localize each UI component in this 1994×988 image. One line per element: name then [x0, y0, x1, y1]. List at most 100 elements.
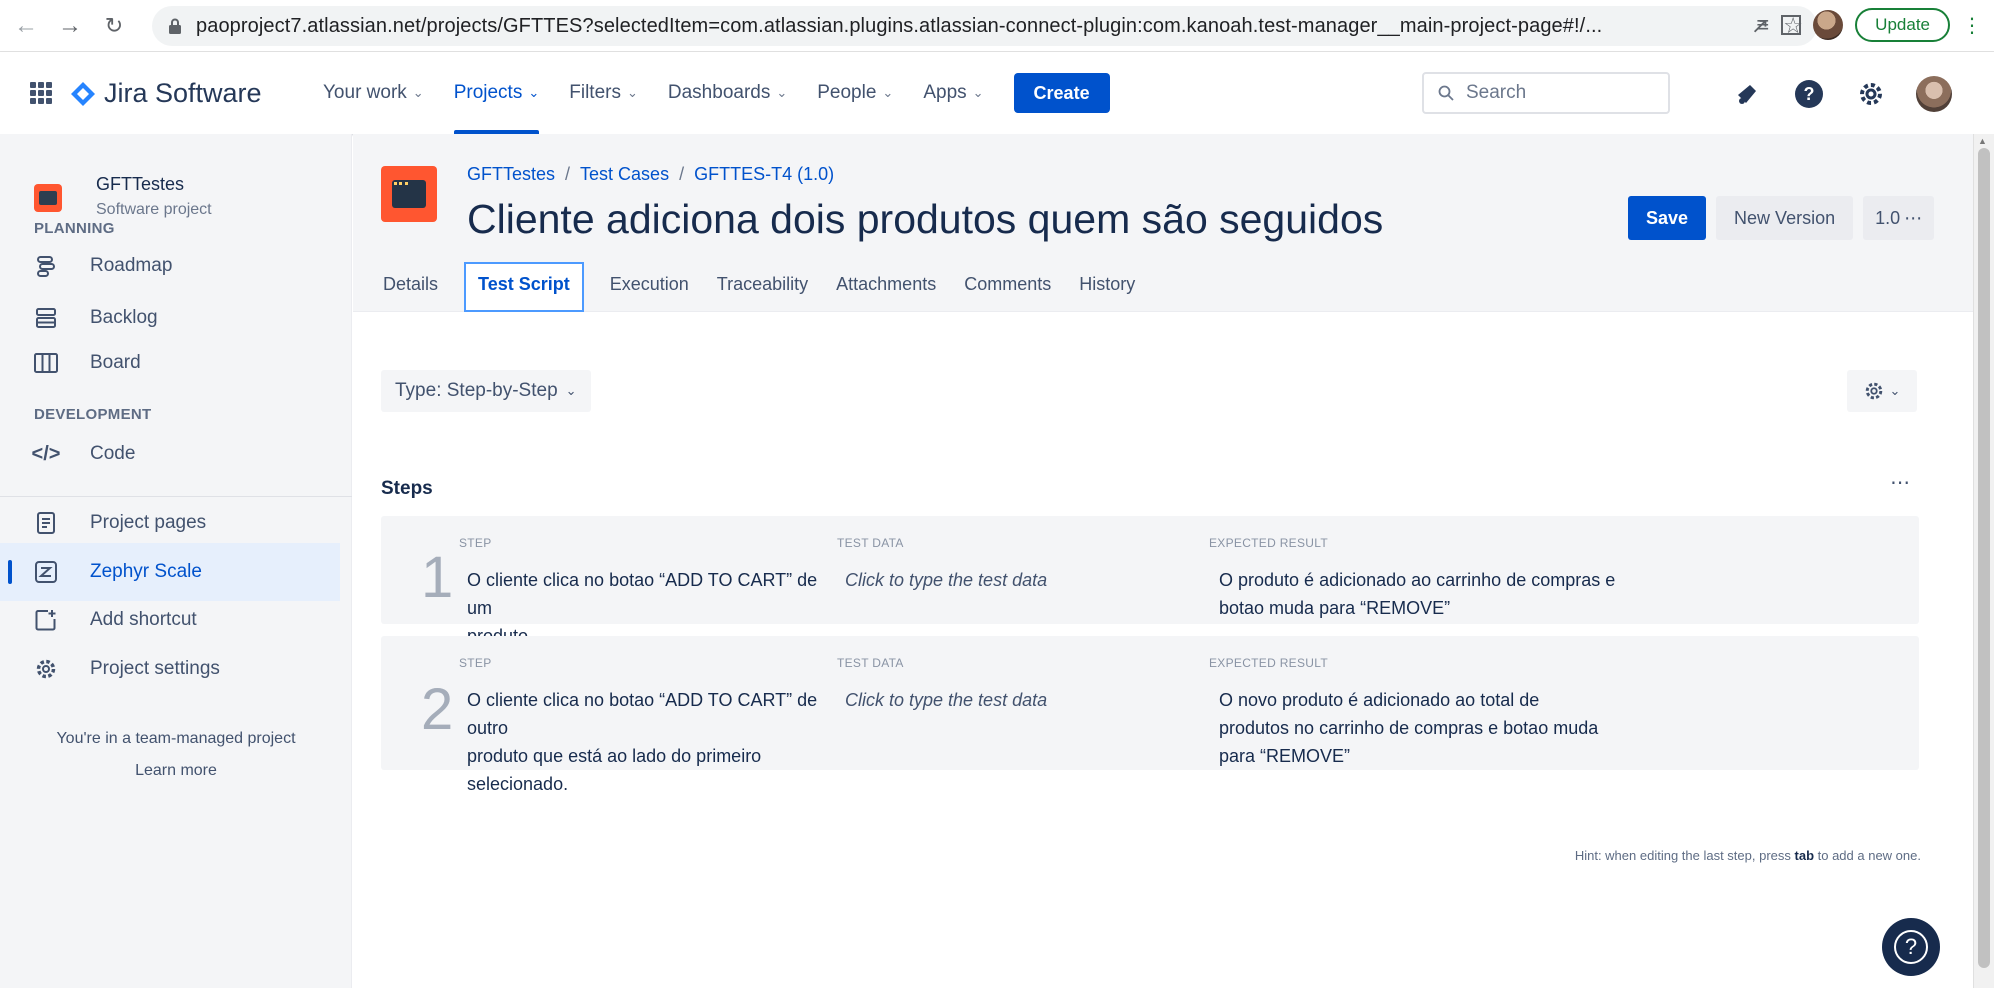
project-avatar-icon [34, 184, 62, 212]
sidebar-item-label: Project pages [90, 512, 207, 533]
hint-prefix: Hint: when editing the last step, press [1574, 848, 1795, 863]
nav-apps[interactable]: Apps ⌄ [923, 52, 983, 134]
jira-top-nav: Jira Software Your work ⌄ Projects ⌄ Filte… [0, 52, 1994, 134]
tab-test-script[interactable]: Test Script [464, 262, 584, 312]
chevron-down-icon: ⌄ [776, 85, 788, 100]
expected-result[interactable]: O novo produto é adicionado ao total de … [1219, 686, 1639, 770]
script-type-select[interactable]: Type: Step-by-Step ⌄ [381, 370, 591, 412]
tab-attachments[interactable]: Attachments [834, 274, 938, 312]
step-line: produto que está ao lado do primeiro [467, 746, 762, 766]
breadcrumb-test-key[interactable]: GFTTES-T4 (1.0) [694, 164, 834, 185]
breadcrumb-project[interactable]: GFTTestes [467, 164, 555, 185]
search-icon [1438, 85, 1454, 101]
help-icon[interactable]: ? [1792, 77, 1826, 111]
col-label-expected-result: EXPECTED RESULT [1209, 656, 1328, 670]
steps-more-icon[interactable]: ⋯ [1890, 470, 1911, 495]
add-shortcut-icon [34, 608, 58, 632]
script-type-value: Type: Step-by-Step [395, 380, 558, 401]
board-icon [34, 351, 58, 375]
search-input[interactable]: Search [1422, 72, 1670, 114]
lock-icon [169, 18, 181, 34]
tab-comments[interactable]: Comments [962, 274, 1053, 312]
project-name: GFTTestes [96, 174, 185, 194]
gear-icon [1865, 382, 1882, 400]
settings-gear-icon[interactable] [1854, 77, 1888, 111]
step-line: selecionado. [467, 774, 569, 794]
page-title[interactable]: Cliente adiciona dois produtos quem são … [467, 196, 1383, 243]
code-icon: </> [31, 442, 61, 465]
sidebar-item-label: Project settings [90, 658, 220, 679]
nav-people[interactable]: People ⌄ [817, 52, 893, 134]
nav-dashboards[interactable]: Dashboards ⌄ [668, 52, 787, 134]
tab-traceability[interactable]: Traceability [715, 274, 810, 312]
back-icon[interactable]: ← [8, 8, 44, 44]
tab-history[interactable]: History [1077, 274, 1137, 312]
scroll-up-icon[interactable]: ▲ [1978, 136, 1987, 146]
sidebar-item-label: Roadmap [90, 255, 173, 276]
chevron-down-icon: ⌄ [882, 85, 894, 100]
tab-details[interactable]: Details [381, 274, 440, 312]
step-description[interactable]: O cliente clica no botao “ADD TO CART” d… [467, 686, 847, 798]
backlog-icon [34, 306, 58, 330]
sidebar-item-code[interactable]: </> Code [0, 425, 340, 483]
test-data-placeholder[interactable]: Click to type the test data [845, 686, 1185, 714]
product-name: Jira Software [104, 78, 262, 108]
notifications-megaphone-icon[interactable] [1730, 77, 1764, 111]
step-row-2[interactable]: 2 STEP TEST DATA EXPECTED RESULT O clien… [381, 636, 1919, 794]
reading-list-icon[interactable]: ≡ [1756, 12, 1769, 38]
nav-your-work[interactable]: Your work ⌄ [323, 52, 424, 134]
project-sidebar: GFTTestes Software project PLANNING Road… [0, 134, 352, 988]
test-data-placeholder[interactable]: Click to type the test data [845, 566, 1185, 594]
app-switcher-icon[interactable] [30, 82, 52, 104]
script-settings-dropdown[interactable]: ⌄ [1847, 370, 1917, 412]
forward-icon[interactable]: → [52, 8, 88, 44]
search-placeholder: Search [1466, 82, 1527, 103]
nav-projects[interactable]: Projects ⌄ [453, 52, 539, 134]
update-button[interactable]: Update [1855, 8, 1950, 42]
reload-icon[interactable]: ↻ [96, 8, 132, 44]
test-case-tabs: Details Test Script Execution Traceabili… [381, 262, 1137, 312]
help-button[interactable]: ? [1882, 918, 1940, 976]
expected-result[interactable]: O produto é adicionado ao carrinho de co… [1219, 566, 1619, 622]
question-mark-icon: ? [1894, 930, 1928, 964]
sidebar-item-roadmap[interactable]: Roadmap [0, 237, 340, 295]
project-header[interactable]: GFTTestes Software project [34, 174, 212, 218]
project-type: Software project [96, 201, 212, 218]
sidebar-item-label: Zephyr Scale [90, 561, 202, 582]
browser-toolbar: ← → ↻ paoproject7.atlassian.net/projects… [0, 0, 1994, 52]
main-content: GFTTestes / Test Cases / GFTTES-T4 (1.0)… [353, 134, 1973, 988]
scrollbar-thumb[interactable] [1978, 148, 1990, 968]
jira-logo[interactable]: Jira Software [70, 78, 262, 109]
expected-line: O novo produto é adicionado ao total de [1219, 690, 1540, 710]
breadcrumb-separator: / [679, 164, 685, 184]
sidebar-item-label: Add shortcut [90, 609, 197, 630]
chevron-down-icon: ⌄ [565, 383, 577, 398]
col-label-test-data: TEST DATA [837, 536, 904, 550]
svg-text:?: ? [1804, 84, 1815, 104]
sidebar-item-board[interactable]: Board [0, 334, 340, 392]
more-icon: ⋯ [1904, 207, 1923, 228]
expected-line: produtos no carrinho de compras e botao … [1219, 718, 1599, 738]
url-text: paoproject7.atlassian.net/projects/GFTTE… [196, 14, 1603, 37]
save-button[interactable]: Save [1628, 196, 1707, 240]
learn-more-link[interactable]: Learn more [0, 762, 352, 780]
address-bar[interactable]: paoproject7.atlassian.net/projects/GFTTE… [152, 6, 1817, 46]
sidebar-item-project-settings[interactable]: Project settings [0, 640, 340, 698]
page-scrollbar[interactable]: ▲ [1973, 134, 1994, 988]
version-menu-button[interactable]: 1.0 ⋯ [1863, 196, 1935, 240]
profile-avatar[interactable] [1813, 10, 1844, 40]
nav-filters[interactable]: Filters ⌄ [569, 52, 638, 134]
expected-line: O produto é adicionado ao carrinho de co… [1219, 570, 1616, 590]
step-row-1[interactable]: 1 STEP TEST DATA EXPECTED RESULT O clien… [381, 516, 1919, 646]
tab-execution[interactable]: Execution [608, 274, 691, 312]
breadcrumb-separator: / [565, 164, 571, 184]
breadcrumb-test-cases[interactable]: Test Cases [580, 164, 669, 185]
roadmap-icon [34, 254, 58, 278]
user-avatar[interactable] [1916, 76, 1952, 112]
new-version-button[interactable]: New Version [1716, 196, 1854, 240]
chevron-down-icon: ⌄ [412, 85, 424, 100]
create-button[interactable]: Create [1013, 73, 1110, 113]
sidebar-item-label: Code [90, 443, 136, 464]
kebab-menu-icon[interactable]: ⋮ [1962, 13, 1982, 38]
side-panel-icon[interactable] [1781, 15, 1802, 35]
